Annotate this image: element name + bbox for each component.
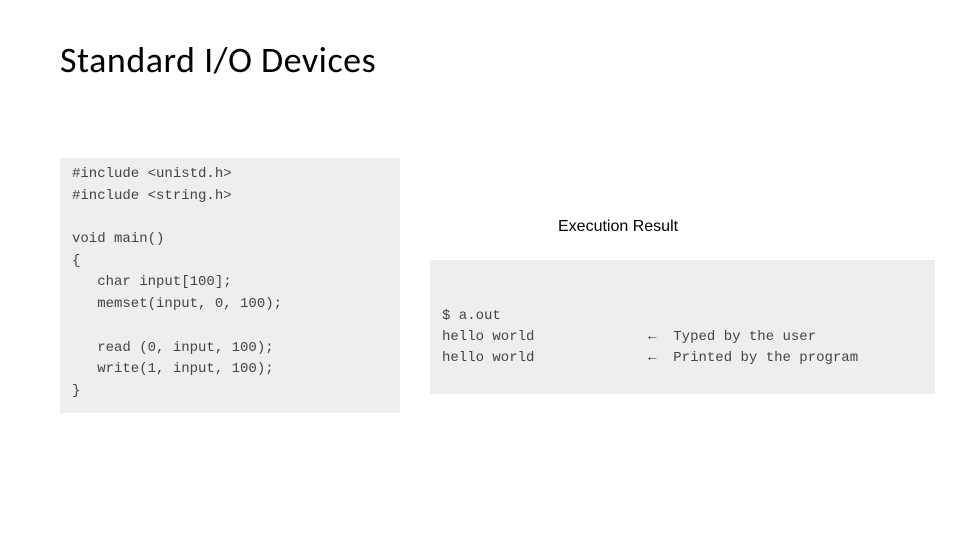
result-output: $ a.out [442,306,648,327]
code-line: void main() [72,231,164,247]
code-line: memset(input, 0, 100); [72,296,282,312]
code-line: write(1, input, 100); [72,361,274,377]
result-annotation [648,306,923,327]
code-line: { [72,253,80,269]
result-row: hello world ← Typed by the user [442,327,923,348]
slide-title: Standard I/O Devices [60,38,376,82]
result-row: hello world ← Printed by the program [442,348,923,369]
result-row: $ a.out [442,306,923,327]
result-annotation: ← Typed by the user [648,327,923,348]
execution-result-box: $ a.out hello world ← Typed by the user … [430,260,935,394]
result-output: hello world [442,348,648,369]
result-annotation: ← Printed by the program [648,348,923,369]
source-code-box: #include <unistd.h> #include <string.h> … [60,158,400,413]
code-line: char input[100]; [72,274,232,290]
code-line: #include <string.h> [72,188,232,204]
code-line: read (0, input, 100); [72,340,274,356]
code-line: } [72,383,80,399]
code-line: #include <unistd.h> [72,166,232,182]
execution-result-label: Execution Result [558,218,678,236]
result-output: hello world [442,327,648,348]
result-table: $ a.out hello world ← Typed by the user … [442,306,923,369]
